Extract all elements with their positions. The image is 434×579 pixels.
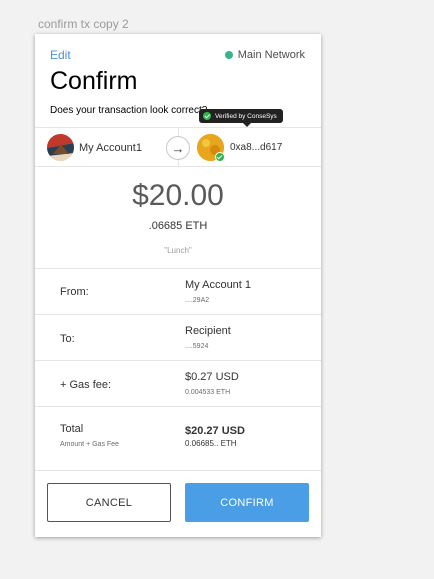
total-sub-label: Amount + Gas Fee [60, 441, 119, 448]
to-label: To: [60, 333, 75, 345]
network-status-dot [224, 51, 233, 59]
artboard-label: confirm tx copy 2 [38, 17, 129, 31]
edit-link[interactable]: Edit [50, 48, 71, 62]
verified-tooltip: Verified by ConseSys [199, 109, 283, 127]
from-account-name: My Account1 [79, 141, 142, 154]
detail-row-from: From: My Account 1 ....29A2 [35, 268, 321, 315]
gas-fee-usd: $0.27 USD [185, 371, 239, 383]
confirm-button[interactable]: CONFIRM [185, 483, 309, 522]
from-value: My Account 1 [185, 279, 252, 291]
total-usd: $20.27 USD [185, 425, 245, 437]
gas-fee-label: + Gas fee: [60, 379, 112, 391]
amount-fiat: $20.00 [132, 179, 224, 212]
to-address: ....5924 [185, 343, 209, 350]
verified-tooltip-text: Verified by ConseSys [215, 112, 277, 120]
detail-row-total: Total Amount + Gas Fee $20.27 USD 0.0668… [35, 406, 321, 471]
total-eth: 0.06685.. ETH [185, 439, 237, 448]
action-bar: CANCEL CONFIRM [35, 470, 321, 538]
from-label: From: [60, 286, 89, 298]
total-label: Total [60, 423, 84, 435]
verified-check-icon [203, 112, 211, 120]
accounts-bar: My Account1 → 0xa8...d617 [35, 127, 321, 167]
gas-fee-eth: 0.004533 ETH [185, 389, 231, 396]
to-account[interactable]: 0xa8...d617 [197, 134, 282, 161]
detail-row-gas: + Gas fee: $0.27 USD 0.004533 ETH [35, 360, 321, 407]
page-subtitle: Does your transaction look correct? [50, 105, 208, 116]
amount-eth: .06685 ETH [148, 220, 208, 232]
from-account[interactable]: My Account1 [47, 134, 142, 161]
to-value: Recipient [185, 325, 231, 337]
detail-row-to: To: Recipient ....5924 [35, 314, 321, 361]
to-account-address: 0xa8...d617 [230, 142, 283, 153]
cancel-button[interactable]: CANCEL [47, 483, 171, 522]
transaction-memo: "Lunch" [164, 246, 192, 255]
confirm-transaction-card: Edit Main Network Confirm Does your tran… [35, 34, 321, 537]
page-title: Confirm [50, 67, 138, 95]
network-label: Main Network [237, 49, 305, 61]
from-address: ....29A2 [185, 297, 210, 304]
from-account-avatar [47, 134, 74, 161]
network-indicator[interactable]: Main Network [224, 49, 305, 61]
arrow-right-icon: → [166, 136, 190, 160]
verified-check-icon [215, 152, 225, 162]
